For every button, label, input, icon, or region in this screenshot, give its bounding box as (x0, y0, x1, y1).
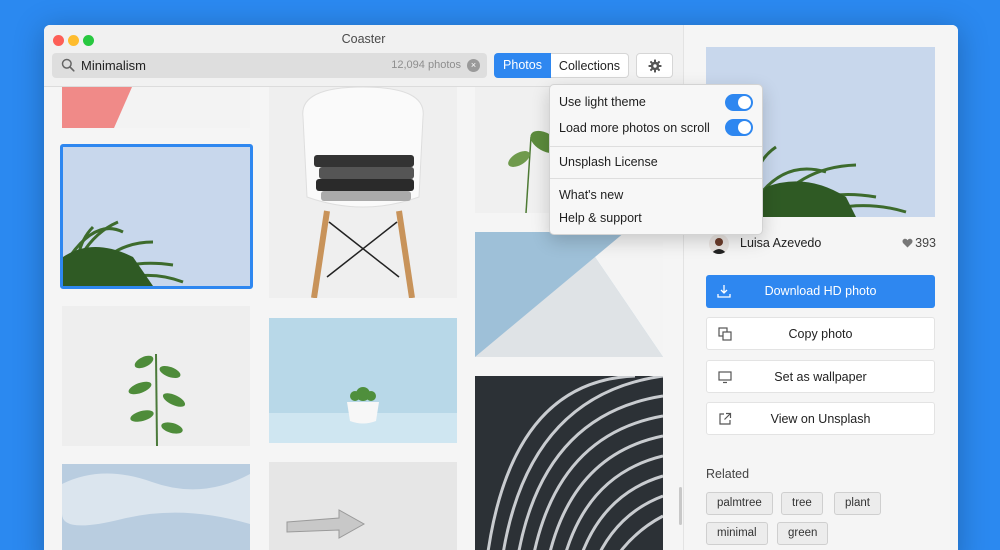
download-label: Download HD photo (764, 284, 877, 298)
tag-tree[interactable]: tree (781, 492, 823, 515)
settings-button[interactable] (636, 53, 673, 78)
monitor-icon (718, 371, 732, 384)
app-window: Coaster Minimalism 12,094 photos × Photo… (44, 25, 958, 550)
view-on-unsplash-button[interactable]: View on Unsplash (706, 402, 935, 435)
photo-thumbnail[interactable] (475, 232, 663, 357)
tag-plant[interactable]: plant (834, 492, 881, 515)
tag-green[interactable]: green (777, 522, 829, 545)
tab-photos[interactable]: Photos (494, 53, 551, 78)
menu-item-help-support[interactable]: Help & support (559, 211, 642, 225)
download-icon (717, 285, 731, 298)
menu-item-unsplash-license[interactable]: Unsplash License (559, 155, 658, 169)
window-title: Coaster (341, 32, 386, 46)
tab-collections[interactable]: Collections (551, 53, 629, 78)
likes-value: 393 (915, 236, 936, 250)
photo-thumbnail[interactable] (269, 462, 457, 550)
external-link-icon (719, 412, 732, 425)
copy-label: Copy photo (788, 327, 853, 341)
search-field[interactable]: Minimalism 12,094 photos × (52, 53, 487, 78)
photo-thumbnail[interactable] (269, 87, 457, 298)
related-heading: Related (706, 467, 750, 481)
view-label: View on Unsplash (770, 412, 871, 426)
menu-item-light-theme[interactable]: Use light theme (559, 95, 646, 109)
photo-thumbnail[interactable] (62, 87, 250, 128)
gear-icon (648, 59, 662, 73)
tag-minimal[interactable]: minimal (706, 522, 768, 545)
tag-palmtree[interactable]: palmtree (706, 492, 773, 515)
search-input[interactable]: Minimalism (81, 53, 146, 78)
likes-count: 393 (902, 236, 936, 250)
light-theme-toggle[interactable] (725, 94, 753, 111)
load-more-toggle[interactable] (725, 119, 753, 136)
menu-separator (550, 178, 762, 179)
copy-photo-button[interactable]: Copy photo (706, 317, 935, 350)
result-count: 12,094 photos (391, 59, 461, 71)
clear-icon[interactable]: × (467, 59, 480, 72)
download-hd-button[interactable]: Download HD photo (706, 275, 935, 308)
copy-icon (718, 327, 732, 341)
toolbar: Coaster Minimalism 12,094 photos × Photo… (44, 25, 683, 87)
photo-thumbnail[interactable] (62, 464, 250, 550)
photo-thumbnail-selected[interactable] (60, 144, 253, 289)
menu-item-load-more[interactable]: Load more photos on scroll (559, 121, 710, 135)
photo-thumbnail[interactable] (269, 318, 457, 443)
avatar (709, 234, 729, 254)
wallpaper-label: Set as wallpaper (774, 370, 867, 384)
menu-separator (550, 146, 762, 147)
search-icon (61, 58, 75, 72)
settings-menu: Use light theme Load more photos on scro… (549, 84, 763, 235)
scrollbar-thumb[interactable] (679, 487, 682, 525)
photo-thumbnail[interactable] (62, 306, 250, 446)
menu-item-whats-new[interactable]: What's new (559, 188, 623, 202)
author-name[interactable]: Luisa Azevedo (740, 236, 821, 250)
set-wallpaper-button[interactable]: Set as wallpaper (706, 360, 935, 393)
heart-icon (902, 238, 913, 248)
photo-thumbnail[interactable] (475, 376, 663, 550)
